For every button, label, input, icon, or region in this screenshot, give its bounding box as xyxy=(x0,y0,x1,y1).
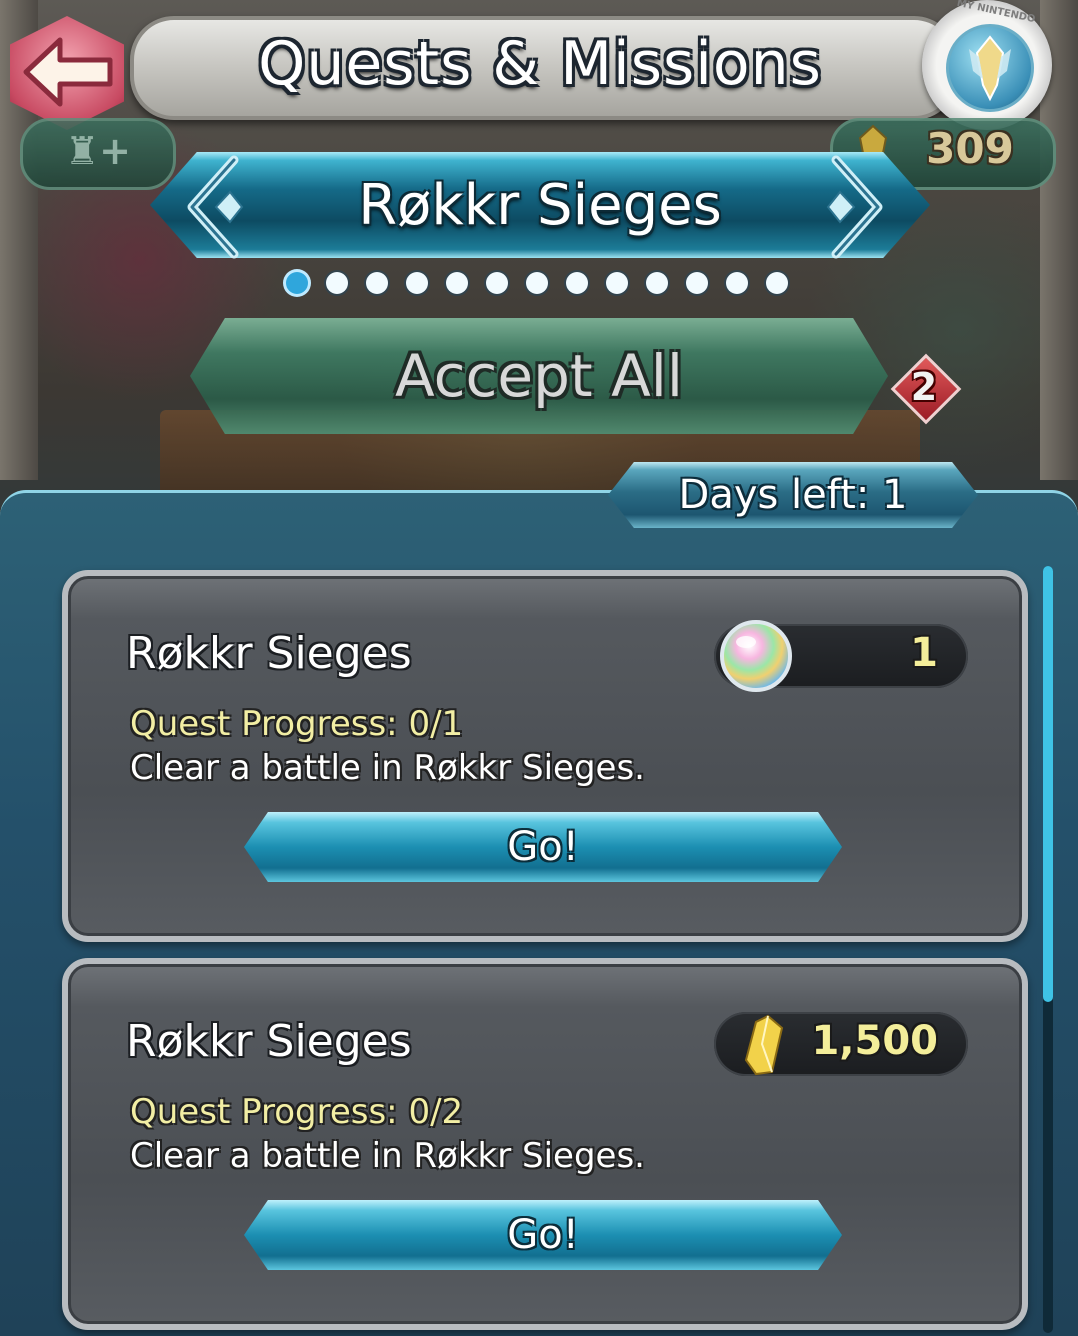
quest-card: Røkkr Sieges 1 Quest Progress: 0/1 Clear… xyxy=(62,570,1028,942)
page-dot[interactable] xyxy=(286,272,308,294)
reward-value: 1 xyxy=(910,630,938,676)
back-arrow-icon xyxy=(23,37,113,107)
accept-all-label: Accept All xyxy=(394,342,684,410)
go-button[interactable]: Go! xyxy=(244,812,842,882)
next-category-button[interactable] xyxy=(818,152,898,262)
accept-all-button[interactable]: Accept All xyxy=(190,318,888,434)
page-dot[interactable] xyxy=(646,272,668,294)
page-title: Quests & Missions xyxy=(258,29,822,99)
page-dot[interactable] xyxy=(366,272,388,294)
quest-card: Røkkr Sieges 1,500 Quest Progress: 0/2 C… xyxy=(62,958,1028,1330)
chevron-left-icon xyxy=(187,155,244,259)
days-left-label: Days left: 1 xyxy=(678,472,908,518)
page-dot[interactable] xyxy=(686,272,708,294)
quest-progress: Quest Progress: 0/1 xyxy=(130,704,464,744)
page-dot[interactable] xyxy=(446,272,468,294)
claimable-count: 2 xyxy=(910,365,938,409)
page-dot[interactable] xyxy=(606,272,628,294)
category-title: Røkkr Sieges xyxy=(358,173,722,238)
page-dot[interactable] xyxy=(406,272,428,294)
page-dot[interactable] xyxy=(766,272,788,294)
page-dot[interactable] xyxy=(566,272,588,294)
quest-title: Røkkr Sieges xyxy=(126,628,412,679)
scrollbar-thumb[interactable] xyxy=(1043,566,1053,1002)
go-button[interactable]: Go! xyxy=(244,1200,842,1270)
divine-dew-orb-icon xyxy=(720,620,792,692)
prev-category-button[interactable] xyxy=(172,152,252,262)
page-dot[interactable] xyxy=(326,272,348,294)
quest-progress: Quest Progress: 0/2 xyxy=(130,1092,464,1132)
castle-icon: ♜+ xyxy=(65,129,131,173)
page-dot[interactable] xyxy=(486,272,508,294)
quest-description: Clear a battle in Røkkr Sieges. xyxy=(130,1136,645,1176)
badge-ring-text: MY NINTENDO xyxy=(955,0,1037,26)
chevron-right-icon xyxy=(826,155,883,259)
reward-pill: 1,500 xyxy=(714,1012,968,1076)
claimable-count-badge: 2 xyxy=(890,353,962,425)
go-button-label: Go! xyxy=(507,824,579,870)
page-indicator xyxy=(280,268,800,300)
reward-pill: 1 xyxy=(714,620,968,692)
reward-value: 1,500 xyxy=(811,1018,938,1064)
feather-crystal-icon xyxy=(744,1014,784,1076)
quest-title: Røkkr Sieges xyxy=(126,1016,412,1067)
quest-description: Clear a battle in Røkkr Sieges. xyxy=(130,748,645,788)
heroes-emblem-icon xyxy=(946,24,1034,112)
page-dot[interactable] xyxy=(726,272,748,294)
go-button-label: Go! xyxy=(507,1212,579,1258)
page-dot[interactable] xyxy=(526,272,548,294)
